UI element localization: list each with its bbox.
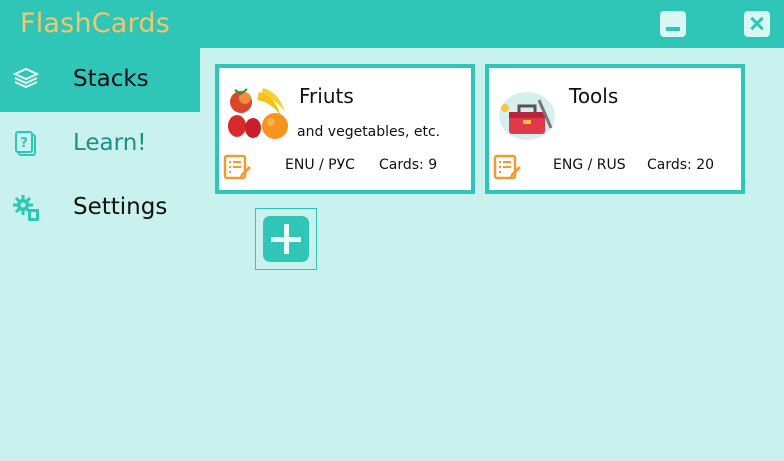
minimize-button[interactable] (660, 11, 686, 37)
stack-card-count: Cards: 20 (647, 157, 715, 173)
add-stack-button[interactable] (263, 216, 309, 262)
question-cards-icon: ? (15, 131, 36, 156)
sidebar: Stacks ? Learn! Settings (0, 48, 200, 461)
app-title: FlashCards (20, 8, 170, 39)
sidebar-item-settings[interactable]: Settings (0, 176, 200, 240)
edit-icon[interactable] (223, 154, 251, 182)
stack-languages: ENU / РУС (285, 157, 355, 173)
stack-card-count: Cards: 9 (379, 157, 438, 173)
fruits-image (228, 88, 288, 139)
stack-languages: ENG / RUS (553, 157, 626, 173)
stack-name: Friuts (299, 84, 354, 108)
sidebar-item-learn[interactable]: ? Learn! (0, 112, 200, 176)
sidebar-item-label: Settings (73, 194, 168, 220)
svg-text:?: ? (20, 136, 28, 151)
title-bar: FlashCards (0, 0, 784, 48)
edit-icon[interactable] (493, 154, 521, 182)
add-stack-area (255, 208, 317, 270)
sidebar-item-label: Learn! (73, 130, 147, 156)
stack-name: Tools (569, 84, 619, 108)
stack-card[interactable]: Tools ENG / RUS Cards: 20 (485, 64, 745, 194)
close-button[interactable] (744, 11, 770, 37)
stack-description: and vegetables, etc. (297, 124, 441, 140)
stack-card[interactable]: Friuts and vegetables, etc. ENU / РУС Ca… (215, 64, 475, 194)
stack-icon (12, 67, 40, 89)
sidebar-item-label: Stacks (73, 66, 149, 92)
toolbox-image (499, 92, 555, 140)
sidebar-item-stacks[interactable]: Stacks (0, 48, 200, 112)
gear-icon (13, 195, 39, 221)
